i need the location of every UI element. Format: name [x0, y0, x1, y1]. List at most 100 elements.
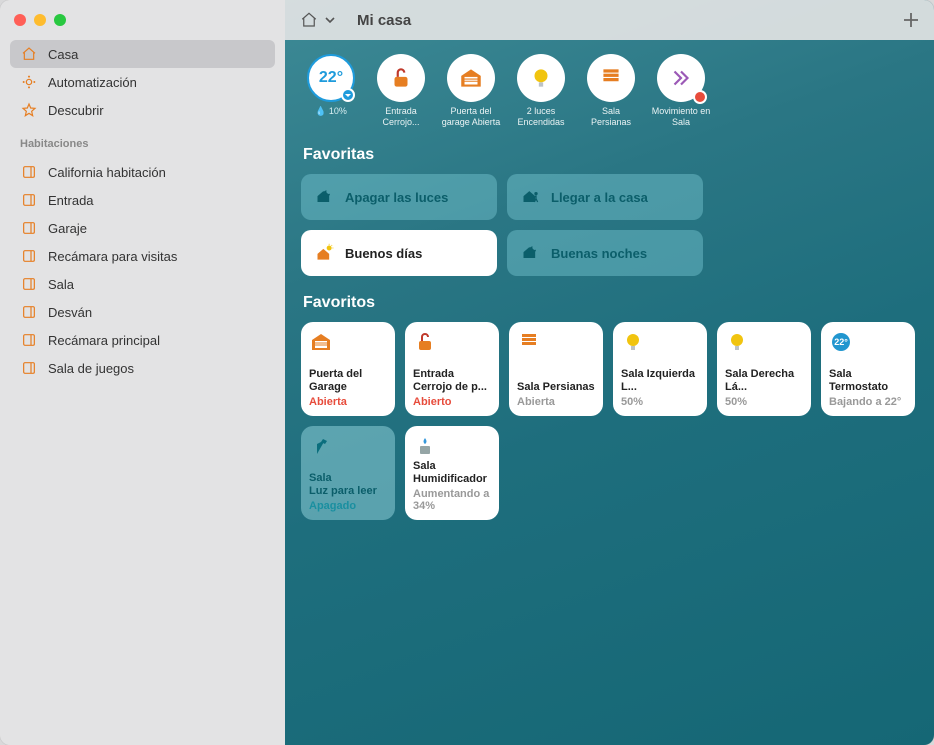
add-button[interactable]: [902, 11, 920, 29]
bulb-icon: [621, 330, 699, 356]
sidebar-room-item[interactable]: Sala: [10, 270, 275, 298]
thermo-icon: 22°: [829, 330, 907, 356]
scene-icon: [521, 187, 541, 207]
scene-button[interactable]: Buenas noches: [507, 230, 703, 276]
room-icon: [20, 275, 38, 293]
accessory-tile[interactable]: Entrada Cerrojo de p...Abierto: [405, 322, 499, 416]
room-icon: [20, 191, 38, 209]
window-traffic-lights: [0, 0, 285, 36]
status-chip-label: Movimiento en Sala: [651, 106, 711, 128]
sidebar-item-casa[interactable]: Casa: [10, 40, 275, 68]
lock-open-icon: [377, 54, 425, 102]
status-chip-label: Entrada Cerrojo... Abierto: [371, 106, 431, 128]
status-chip[interactable]: 2 luces Encendidas: [511, 54, 571, 128]
sidebar-room-item[interactable]: Entrada: [10, 186, 275, 214]
sidebar-rooms: California habitación Entrada Garaje Recáma…: [0, 154, 285, 382]
scene-icon: [315, 187, 335, 207]
accessory-tile[interactable]: Sala Izquierda L... 50%: [613, 322, 707, 416]
room-icon: [20, 219, 38, 237]
status-chip-label: 2 luces Encendidas: [511, 106, 571, 128]
accessory-tile[interactable]: Sala Derecha Lá... 50%: [717, 322, 811, 416]
sidebar-item-label: Desván: [48, 305, 92, 320]
sidebar-room-item[interactable]: Recámara para visitas: [10, 242, 275, 270]
status-chip-label: Sala Persianas Abierta: [581, 106, 641, 128]
accessory-status: Aumentando a 34%: [413, 488, 491, 512]
room-icon: [20, 331, 38, 349]
motion-icon: [657, 54, 705, 102]
accessory-tile[interactable]: Sala HumidificadorAumentando a 34%: [405, 426, 499, 520]
sidebar-room-item[interactable]: Sala de juegos: [10, 354, 275, 382]
status-chip[interactable]: Sala Persianas Abierta: [581, 54, 641, 128]
sidebar-item-label: Casa: [48, 47, 78, 62]
topbar: Mi casa: [285, 0, 934, 40]
thermometer-icon: 22°: [307, 54, 355, 102]
sidebar-item-label: Entrada: [48, 193, 94, 208]
status-chip[interactable]: Movimiento en Sala: [651, 54, 711, 128]
accessory-status: 50%: [621, 396, 699, 408]
accessory-name: Entrada Cerrojo de p...: [413, 368, 491, 394]
bulb-icon: [517, 54, 565, 102]
scene-label: Buenas noches: [551, 246, 647, 261]
sidebar-nav: Casa Automatización Descubrir: [0, 36, 285, 124]
accessory-name: Puerta del Garage: [309, 368, 387, 394]
accessory-tile[interactable]: Sala PersianasAbierta: [509, 322, 603, 416]
sidebar-room-item[interactable]: Desván: [10, 298, 275, 326]
scene-label: Llegar a la casa: [551, 190, 648, 205]
lock-open-icon: [413, 330, 491, 356]
sidebar-room-item[interactable]: Garaje: [10, 214, 275, 242]
scene-button[interactable]: Apagar las luces: [301, 174, 497, 220]
room-icon: [20, 303, 38, 321]
scene-button[interactable]: Llegar a la casa: [507, 174, 703, 220]
accessory-tile[interactable]: SalaLuz para leerApagado: [301, 426, 395, 520]
home-selector[interactable]: [299, 11, 335, 29]
accessory-tile[interactable]: 22° Sala Termostato Bajando a 22°: [821, 322, 915, 416]
scene-icon: [521, 243, 541, 263]
sidebar-item-label: Sala de juegos: [48, 361, 134, 376]
sidebar-item-label: Descubrir: [48, 103, 104, 118]
app-window: Casa Automatización Descubrir Habitaciones…: [0, 0, 934, 745]
accessory-tile[interactable]: Puerta del GarageAbierta: [301, 322, 395, 416]
zoom-window-button[interactable]: [54, 14, 66, 26]
minimize-window-button[interactable]: [34, 14, 46, 26]
sidebar-item-descubrir[interactable]: Descubrir: [10, 96, 275, 124]
accessory-status: Bajando a 22°: [829, 396, 907, 408]
accessory-name: Sala Humidificador: [413, 460, 491, 486]
content: 22° 💧 10% Entrada Cerrojo... Abierto Puerta…: [285, 40, 934, 534]
main-pane: Mi casa 22° 💧 10% Entrada Cerrojo... Abier…: [285, 0, 934, 745]
sidebar-item-label: Recámara para visitas: [48, 249, 177, 264]
sidebar-room-item[interactable]: Recámara principal: [10, 326, 275, 354]
status-chip-label: Puerta del garage Abierta: [441, 106, 501, 128]
scenes-header: Favoritas: [303, 146, 918, 164]
chevron-down-icon: [325, 15, 335, 25]
home-icon: [299, 11, 319, 29]
status-chip[interactable]: Puerta del garage Abierta: [441, 54, 501, 128]
scene-icon: [315, 243, 335, 263]
sidebar-item-label: Garaje: [48, 221, 87, 236]
svg-text:22°: 22°: [834, 337, 848, 347]
sidebar-room-item[interactable]: California habitación: [10, 158, 275, 186]
sidebar-section-rooms: Habitaciones: [0, 124, 285, 154]
accessory-status: Apagado: [309, 500, 387, 512]
scene-button[interactable]: Buenos días: [301, 230, 497, 276]
accessory-name: Sala Izquierda L...: [621, 368, 699, 394]
scene-label: Apagar las luces: [345, 190, 448, 205]
status-temperature[interactable]: 22° 💧 10%: [301, 54, 361, 128]
home-icon: [20, 45, 38, 63]
favorites-grid: Puerta del GarageAbiertaEntrada Cerrojo …: [301, 322, 918, 520]
sidebar-item-automatización[interactable]: Automatización: [10, 68, 275, 96]
humidity-label: 💧 10%: [315, 106, 347, 117]
garage-icon: [309, 330, 387, 356]
sidebar-item-label: Recámara principal: [48, 333, 160, 348]
accessory-name: Sala Persianas: [517, 381, 595, 394]
star-icon: [20, 101, 38, 119]
status-chip[interactable]: Entrada Cerrojo... Abierto: [371, 54, 431, 128]
scene-label: Buenos días: [345, 246, 422, 261]
page-title: Mi casa: [357, 12, 411, 29]
bulb-icon: [725, 330, 803, 356]
accessory-name: Sala Termostato: [829, 368, 907, 394]
close-window-button[interactable]: [14, 14, 26, 26]
accessory-name: Sala Derecha Lá...: [725, 368, 803, 394]
sidebar-item-label: Automatización: [48, 75, 137, 90]
garage-icon: [447, 54, 495, 102]
accessory-status: 50%: [725, 396, 803, 408]
